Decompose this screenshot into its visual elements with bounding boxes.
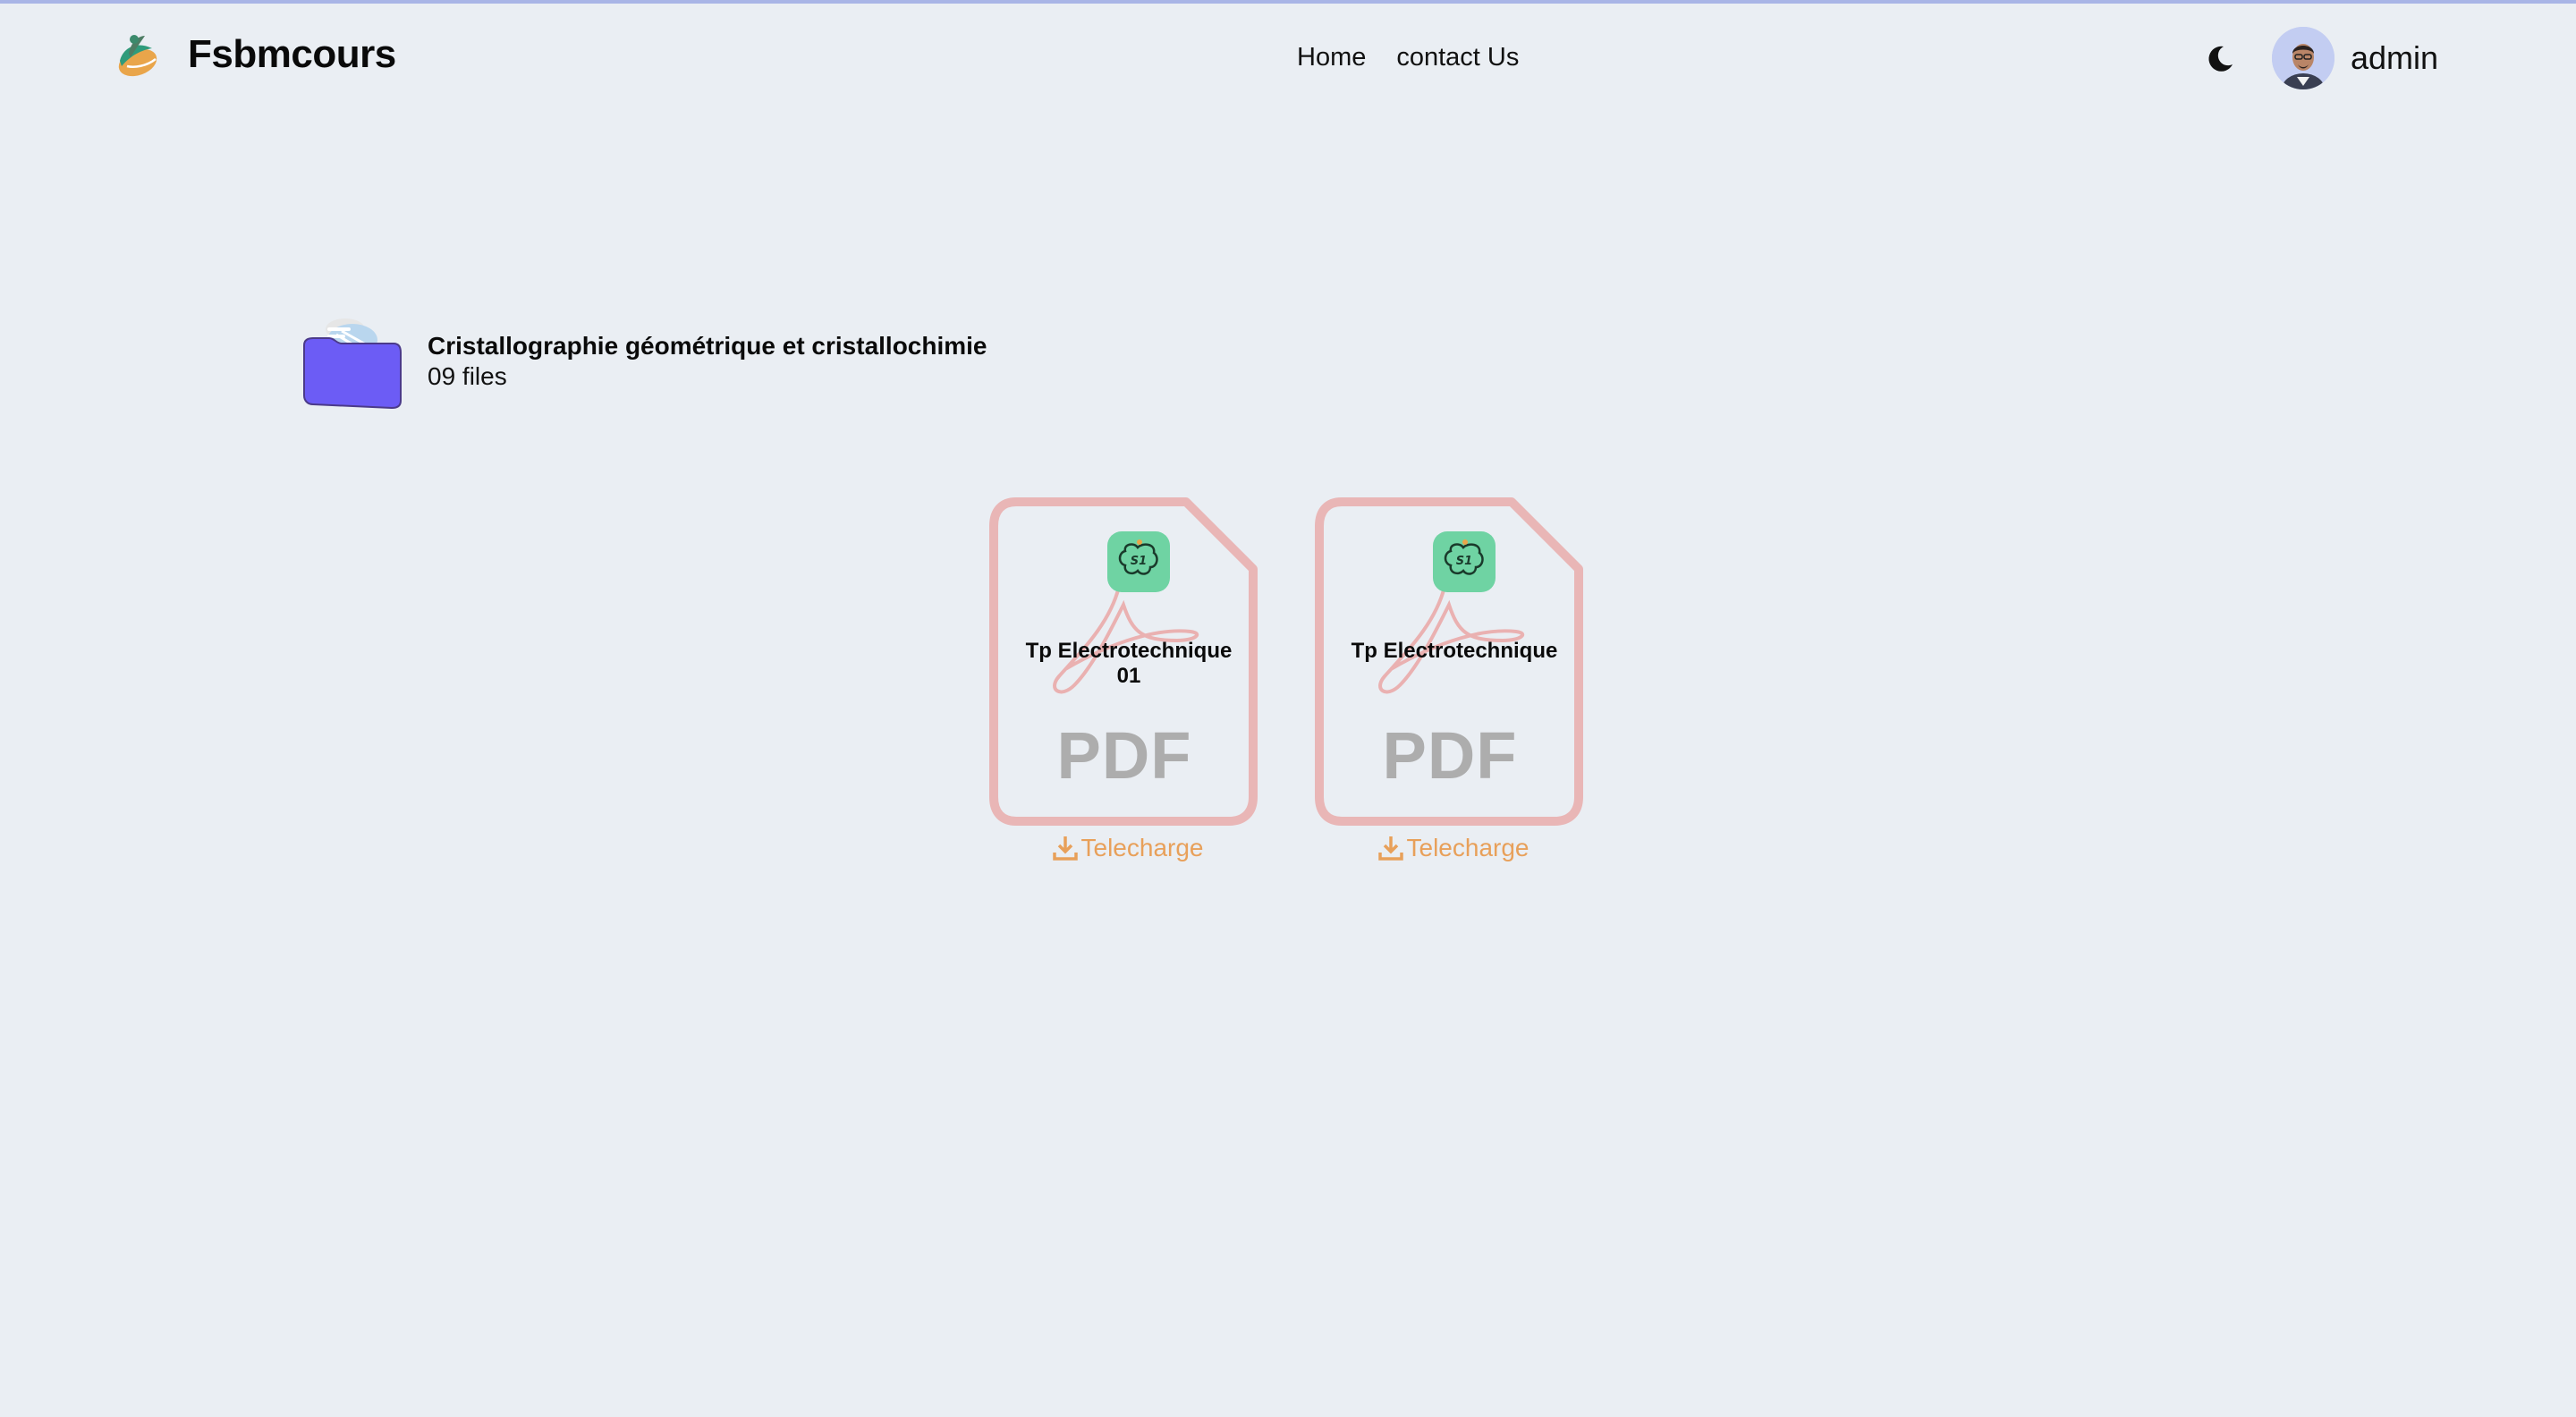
nav-contact-us[interactable]: contact Us — [1396, 43, 1519, 72]
download-link[interactable]: Telecharge — [989, 834, 1259, 862]
brand[interactable]: Fsbmcours — [111, 27, 396, 82]
folder-file-count: 09 files — [428, 362, 507, 390]
file-title: Tp Electrotechnique 01 — [1025, 639, 1233, 688]
avatar — [2272, 27, 2334, 89]
folder-title: Cristallographie géométrique et cristall… — [428, 332, 987, 360]
file-type-label: PDF — [1056, 718, 1192, 793]
download-icon — [1377, 836, 1403, 861]
file-title: Tp Electrotechnique — [1351, 639, 1558, 663]
brand-name: Fsbmcours — [188, 32, 396, 76]
s1-badge-icon: S1 — [1107, 531, 1170, 592]
download-label: Telecharge — [1080, 834, 1204, 861]
user-menu[interactable]: admin — [2272, 27, 2438, 89]
header: Fsbmcours Home contact Us admin — [0, 4, 2576, 113]
download-label: Telecharge — [1406, 834, 1530, 861]
svg-text:S1: S1 — [1131, 555, 1147, 568]
leaf-logo-icon — [118, 35, 157, 77]
s1-badge-icon: S1 — [1433, 531, 1496, 592]
file-card[interactable]: S1 Tp Electrotechnique PDF Telecharge — [1315, 497, 1585, 862]
download-link[interactable]: Telecharge — [1315, 834, 1585, 862]
moon-icon[interactable] — [2204, 43, 2236, 75]
file-type-label: PDF — [1382, 718, 1518, 793]
file-grid: S1 Tp Electrotechnique 01 PDF Telecharge — [989, 497, 1585, 862]
folder-icon — [303, 318, 402, 410]
nav-home[interactable]: Home — [1297, 43, 1366, 72]
folder-header: Cristallographie géométrique et cristall… — [301, 308, 987, 412]
pdf-document: S1 Tp Electrotechnique 01 PDF — [989, 497, 1259, 828]
user-name: admin — [2351, 39, 2439, 76]
svg-text:S1: S1 — [1456, 555, 1472, 568]
file-card[interactable]: S1 Tp Electrotechnique 01 PDF Telecharge — [989, 497, 1259, 862]
main-nav: Home contact Us — [1297, 43, 1519, 72]
pdf-document: S1 Tp Electrotechnique PDF — [1315, 497, 1585, 828]
download-icon — [1052, 836, 1078, 861]
